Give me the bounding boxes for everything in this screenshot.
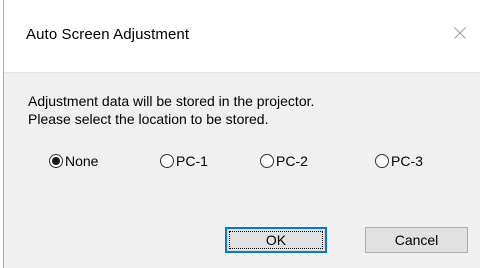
radio-label-pc-1: PC-1 [176,153,208,169]
radio-pc-3[interactable]: PC-3 [375,152,423,170]
dialog-message: Adjustment data will be stored in the pr… [28,92,314,128]
dialog-title: Auto Screen Adjustment [26,26,190,43]
radio-pc-1[interactable]: PC-1 [160,152,208,170]
radio-none[interactable]: None [49,152,98,170]
dialog-window: Auto Screen Adjustment Adjustment data w… [3,0,480,268]
cancel-button-label: Cancel [394,232,439,248]
close-button[interactable] [440,10,480,56]
radio-pc-2[interactable]: PC-2 [260,152,308,170]
radio-button[interactable] [260,154,274,168]
focus-ring [229,231,323,249]
cancel-button[interactable]: Cancel [365,227,468,253]
message-line-2: Please select the location to be stored. [28,111,269,127]
radio-label-pc-3: PC-3 [391,153,423,169]
close-icon [454,27,466,39]
ok-button[interactable]: OK [225,227,327,253]
message-line-1: Adjustment data will be stored in the pr… [28,93,315,109]
radio-button[interactable] [375,154,389,168]
title-bar: Auto Screen Adjustment [4,0,480,72]
radio-button[interactable] [160,154,174,168]
radio-label-none: None [65,153,99,169]
radio-dot [52,157,60,165]
dialog-body: Adjustment data will be stored in the pr… [4,72,480,268]
radio-button-selected[interactable] [49,154,63,168]
radio-label-pc-2: PC-2 [276,153,308,169]
